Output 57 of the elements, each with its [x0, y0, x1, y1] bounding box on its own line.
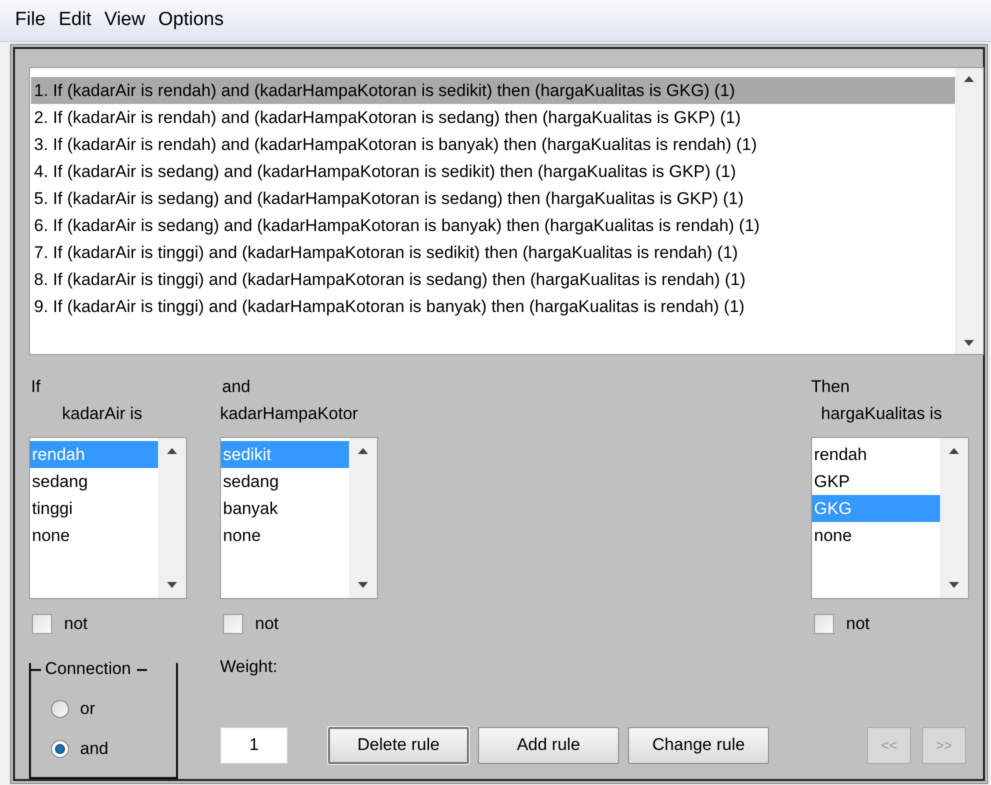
scroll-down-icon[interactable]	[358, 582, 368, 588]
rule-item[interactable]: 7. If (kadarAir is tinggi) and (kadarHampaKotoran is sedikit) then (hargaKualitas is rendah) (1)	[31, 239, 955, 266]
variable-label: hargaKualitas is	[820, 403, 942, 426]
scroll-down-icon[interactable]	[949, 582, 959, 588]
checkbox-label: not	[846, 613, 870, 636]
column-heading: and	[221, 376, 250, 398]
rule-item[interactable]: 8. If (kadarAir is tinggi) and (kadarHampaKotoran is sedang) then (hargaKualitas is rendah) (1)	[31, 266, 955, 293]
membership-list[interactable]: rendah sedang tinggi none	[29, 437, 187, 600]
not-checkbox[interactable]	[814, 614, 834, 634]
radio-label: and	[80, 738, 108, 760]
rule-item[interactable]: 9. If (kadarAir is tinggi) and (kadarHampaKotoran is banyak) then (hargaKualitas is rendah) (1)	[31, 293, 955, 320]
list-item[interactable]: sedang	[30, 468, 158, 496]
column-heading: If	[30, 376, 40, 398]
scroll-up-icon[interactable]	[167, 448, 177, 454]
weight-label: Weight:	[220, 656, 278, 678]
list-item[interactable]: none	[221, 522, 349, 550]
checkbox-label: not	[255, 613, 279, 636]
rule-item[interactable]: 6. If (kadarAir is sedang) and (kadarHampaKotoran is banyak) then (hargaKualitas is rendah) (1)	[31, 212, 955, 239]
radio-button[interactable]	[51, 700, 69, 718]
group-title: Connection	[44, 660, 132, 677]
menu-item[interactable]: View	[102, 6, 148, 35]
rule-item[interactable]: 5. If (kadarAir is sedang) and (kadarHampaKotoran is sedang) then (hargaKualitas is GKP) (1)	[31, 185, 955, 212]
list-item[interactable]: banyak	[221, 495, 349, 522]
scroll-up-icon[interactable]	[358, 448, 368, 454]
scrollbar[interactable]	[955, 68, 983, 354]
rule-item[interactable]: 2. If (kadarAir is rendah) and (kadarHampaKotoran is sedang) then (hargaKualitas is GKP) (1)	[31, 104, 955, 131]
column-heading: Then	[811, 376, 850, 398]
scroll-down-icon[interactable]	[964, 340, 974, 346]
variable-label: kadarHampaKotor	[220, 403, 358, 426]
radio-button[interactable]	[51, 740, 69, 758]
menu-item[interactable]: Options	[156, 6, 226, 35]
rule-item[interactable]: 1. If (kadarAir is rendah) and (kadarHampaKotoran is sedikit) then (hargaKualitas is GKG) (1)	[31, 77, 955, 104]
action-button[interactable]: Add rule	[478, 726, 619, 764]
membership-list[interactable]: rendah GKP GKG none	[811, 437, 969, 600]
menu-item[interactable]: File	[13, 6, 48, 35]
scroll-up-icon[interactable]	[964, 76, 974, 82]
rule-list[interactable]	[29, 67, 984, 356]
scroll-up-icon[interactable]	[949, 448, 959, 454]
scroll-down-icon[interactable]	[167, 582, 177, 588]
list-item[interactable]: rendah	[812, 441, 940, 468]
variable-label: kadarAir is	[61, 403, 142, 426]
action-button[interactable]: Change rule	[628, 726, 769, 764]
rule-item[interactable]: 3. If (kadarAir is rendah) and (kadarHampaKotoran is banyak) then (hargaKualitas is rendah) (1)	[31, 131, 955, 158]
list-item[interactable]: GKP	[812, 468, 940, 496]
list-item[interactable]: tinggi	[30, 495, 158, 522]
rule-item[interactable]: 4. If (kadarAir is sedang) and (kadarHampaKotoran is sedikit) then (hargaKualitas is GKP) (1)	[31, 158, 955, 185]
membership-list[interactable]: sedikit sedang banyak none	[220, 437, 378, 600]
menu-item[interactable]: Edit	[56, 6, 94, 35]
not-checkbox[interactable]	[32, 614, 52, 634]
action-button[interactable]: Delete rule	[328, 726, 469, 764]
list-item[interactable]: none	[30, 522, 158, 550]
radio-label: or	[80, 698, 96, 720]
checkbox-label: not	[64, 613, 88, 636]
list-item[interactable]: sedang	[221, 468, 349, 496]
weight-field[interactable]: 1	[220, 726, 288, 764]
not-checkbox[interactable]	[223, 614, 243, 634]
list-item[interactable]: none	[812, 522, 940, 550]
